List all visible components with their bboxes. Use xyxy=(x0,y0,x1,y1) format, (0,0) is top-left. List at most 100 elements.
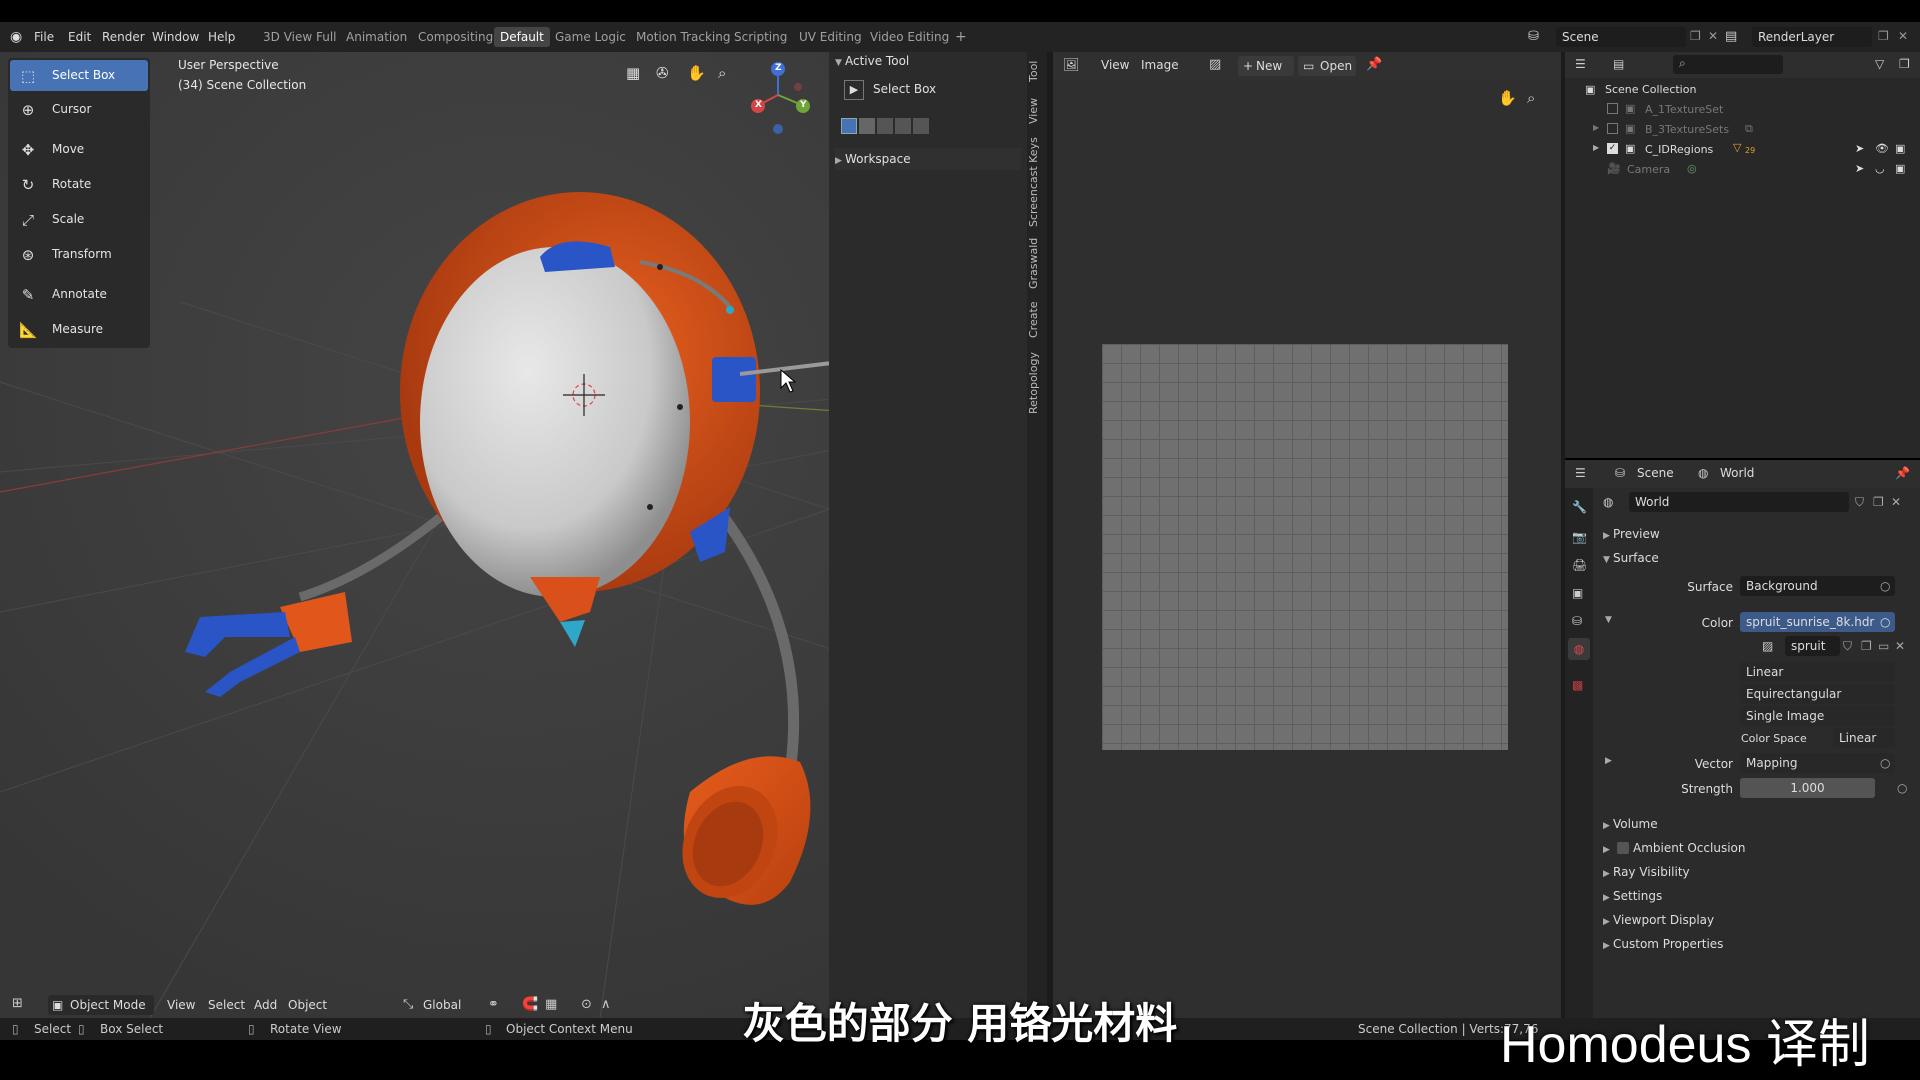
active-tool-header[interactable]: ▼ Active Tool xyxy=(835,54,1021,74)
tab-default[interactable]: Default xyxy=(494,27,550,47)
mode-subtract-icon[interactable] xyxy=(877,118,893,134)
tab-scripting[interactable]: Scripting xyxy=(728,27,793,47)
source-dropdown[interactable]: Single Image xyxy=(1740,706,1895,726)
exclude-checkbox[interactable] xyxy=(1607,123,1618,134)
image-browse-icon[interactable]: ▨ xyxy=(1762,639,1773,653)
unlink-image-icon[interactable]: ✕ xyxy=(1895,639,1905,653)
new-scene-icon[interactable]: ❐ xyxy=(1690,29,1701,43)
outliner-item[interactable]: ▣ A_1TextureSet xyxy=(1565,100,1920,120)
tab-3d-view-full[interactable]: 3D View Full xyxy=(257,27,343,47)
camera-view-icon[interactable]: ✇ xyxy=(656,64,669,82)
custom-properties-panel-header[interactable]: ▶ Custom Properties xyxy=(1603,937,1723,951)
render-camera-icon[interactable]: ▣ xyxy=(1895,142,1905,155)
pan-hand-icon[interactable]: ✋ xyxy=(687,64,706,82)
fake-user-icon[interactable]: ⛉ xyxy=(1855,495,1864,510)
filter-icon[interactable]: ▽ xyxy=(1875,57,1884,71)
outliner-item[interactable]: ▶ ✓ ▣ C_IDRegions ▽ 29 ➤ 👁 ▣ xyxy=(1565,140,1920,160)
mode-intersect-icon[interactable] xyxy=(913,118,929,134)
output-tab-icon[interactable]: 🖨 xyxy=(1572,558,1587,572)
tab-uv-editing[interactable]: UV Editing xyxy=(793,27,868,47)
new-world-icon[interactable]: ❐ xyxy=(1873,495,1884,509)
pin-icon[interactable]: 📌 xyxy=(1895,466,1910,480)
new-collection-icon[interactable]: ❐ xyxy=(1899,57,1910,71)
outliner-root[interactable]: ▣ Scene Collection xyxy=(1565,80,1920,100)
ortho-toggle-icon[interactable]: ▦ xyxy=(626,64,640,82)
render-camera-icon[interactable]: ▣ xyxy=(1895,162,1905,175)
mode-set-icon[interactable] xyxy=(841,118,857,134)
strength-field[interactable]: 1.000 xyxy=(1740,778,1875,798)
tab-view[interactable]: View xyxy=(1027,94,1047,128)
image-name-field[interactable]: spruit xyxy=(1785,636,1840,656)
tab-game-logic[interactable]: Game Logic xyxy=(549,27,632,47)
world-browse-icon[interactable]: ◍ xyxy=(1603,495,1613,509)
tab-create[interactable]: Create xyxy=(1027,298,1047,342)
ambient-occlusion-checkbox[interactable] xyxy=(1617,842,1629,854)
open-image-icon[interactable]: ▭ xyxy=(1878,639,1889,653)
menu-help[interactable]: Help xyxy=(208,22,235,52)
tab-retopology[interactable]: Retopology xyxy=(1027,348,1047,418)
image-zoom-icon[interactable]: ⌕ xyxy=(1527,89,1535,107)
image-editor-type-icon[interactable]: 🖼 xyxy=(1063,58,1080,73)
image-canvas[interactable] xyxy=(1102,344,1508,750)
eye-icon[interactable]: 👁 xyxy=(1875,142,1889,155)
vector-dropdown[interactable]: Mapping ○ xyxy=(1740,753,1895,773)
image-editor[interactable]: 🖼 View Image ▨ + New ▭ Open 📌 ✋ ⌕ xyxy=(1053,52,1561,1018)
vector-expand-icon[interactable]: ▶ xyxy=(1605,756,1612,766)
selectable-cursor-icon[interactable]: ➤ xyxy=(1855,142,1864,155)
world-tab-icon[interactable]: ◍ xyxy=(1568,638,1590,660)
mode-invert-icon[interactable] xyxy=(895,118,911,134)
exclude-checkbox[interactable] xyxy=(1607,103,1618,114)
texture-tab-icon[interactable]: ▩ xyxy=(1572,678,1583,692)
tool-scale[interactable]: ⤢ Scale xyxy=(10,204,148,235)
new-render-layer-icon[interactable]: ❐ xyxy=(1878,29,1889,43)
blender-logo-icon[interactable]: ◉ xyxy=(10,29,26,45)
outliner-type-icon[interactable]: ☰ xyxy=(1575,57,1586,71)
preview-panel-header[interactable]: ▶ Preview xyxy=(1603,527,1660,541)
tool-move[interactable]: ✥ Move xyxy=(10,134,148,165)
ray-visibility-panel-header[interactable]: ▶ Ray Visibility xyxy=(1603,865,1690,879)
tool-rotate[interactable]: ↻ Rotate xyxy=(10,169,148,200)
display-mode-icon[interactable]: ▤ xyxy=(1613,57,1624,71)
color-expand-icon[interactable]: ▼ xyxy=(1605,615,1612,625)
image-menu-view[interactable]: View xyxy=(1101,58,1129,72)
outliner-item[interactable]: 🎥 Camera ◎ ➤ ◡ ▣ xyxy=(1565,160,1920,180)
exclude-checkbox[interactable]: ✓ xyxy=(1607,143,1618,154)
selectable-cursor-icon[interactable]: ➤ xyxy=(1855,162,1864,175)
settings-panel-header[interactable]: ▶ Settings xyxy=(1603,889,1662,903)
color-space-dropdown[interactable]: Linear xyxy=(1833,728,1895,748)
volume-panel-header[interactable]: ▶ Volume xyxy=(1603,817,1658,831)
delete-scene-icon[interactable]: ✕ xyxy=(1708,29,1718,43)
expand-arrow-icon[interactable]: ▶ xyxy=(1593,143,1599,152)
ambient-occlusion-panel-header[interactable]: ▶ Ambient Occlusion xyxy=(1603,841,1745,855)
unlink-world-icon[interactable]: ✕ xyxy=(1891,495,1901,509)
outliner-item[interactable]: ▶ ▣ B_3TextureSets ⧉ xyxy=(1565,120,1920,140)
tool-cursor[interactable]: ⊕ Cursor xyxy=(10,94,148,125)
tab-compositing[interactable]: Compositing xyxy=(412,27,499,47)
new-image-button[interactable]: + New xyxy=(1238,56,1294,76)
menu-window[interactable]: Window xyxy=(152,22,199,52)
tab-animation[interactable]: Animation xyxy=(340,27,413,47)
surface-panel-header[interactable]: ▼ Surface xyxy=(1603,551,1659,565)
mode-extend-icon[interactable] xyxy=(859,118,875,134)
interpolation-dropdown[interactable]: Linear xyxy=(1740,662,1895,682)
tool-measure[interactable]: 📐 Measure xyxy=(10,314,148,345)
properties-type-icon[interactable]: ☰ xyxy=(1575,466,1586,480)
world-name-field[interactable]: World xyxy=(1629,492,1849,512)
menu-edit[interactable]: Edit xyxy=(68,22,91,52)
tool-annotate[interactable]: ✎ Annotate xyxy=(10,279,148,310)
render-tab-icon[interactable]: 📷 xyxy=(1572,530,1587,544)
tool-tab-icon[interactable]: 🔧 xyxy=(1572,500,1587,514)
scene-browse-icon[interactable]: ⛁ xyxy=(1528,29,1546,45)
tab-tool[interactable]: Tool xyxy=(1027,56,1047,86)
scene-tab-icon[interactable]: ⛁ xyxy=(1572,614,1582,628)
fake-user-icon[interactable]: ⛉ xyxy=(1843,639,1852,654)
outliner-search-input[interactable]: ⌕ xyxy=(1673,55,1783,74)
color-input-dropdown[interactable]: spruit_sunrise_8k.hdr ○ xyxy=(1740,612,1895,632)
select-box-tool-icon[interactable]: ▶ xyxy=(844,80,864,100)
scene-field[interactable]: Scene xyxy=(1556,27,1686,47)
image-browse-icon[interactable]: ▨ xyxy=(1209,57,1221,72)
add-workspace-button[interactable]: + xyxy=(949,27,973,47)
workspace-header[interactable]: ▶ Workspace xyxy=(835,148,1021,170)
tab-graswald[interactable]: Graswald xyxy=(1027,234,1047,292)
tab-motion-tracking[interactable]: Motion Tracking xyxy=(630,27,736,47)
